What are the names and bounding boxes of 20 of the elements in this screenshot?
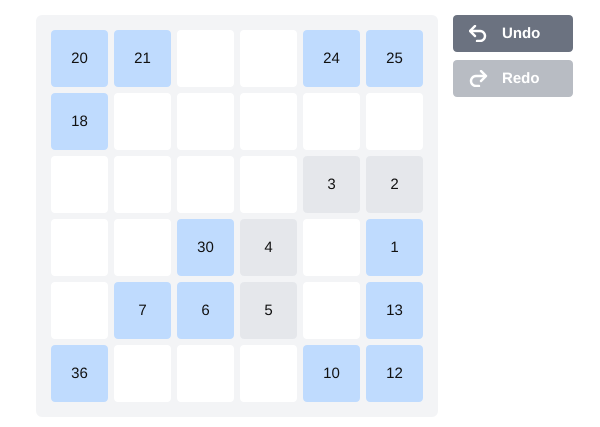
grid-cell[interactable]: 18 [51,93,108,150]
undo-arrow-icon [469,25,488,42]
grid-cell[interactable]: 3 [303,156,360,213]
redo-arrow-icon [469,70,488,87]
grid-cell[interactable]: 30 [177,219,234,276]
grid-cell[interactable]: 7 [114,282,171,339]
grid-cell[interactable]: 13 [366,282,423,339]
grid-cell[interactable]: 24 [303,30,360,87]
grid-cell[interactable]: 36 [51,345,108,402]
grid-cell[interactable]: 4 [240,219,297,276]
grid-cell[interactable]: 6 [177,282,234,339]
grid-cell[interactable]: 20 [51,30,108,87]
grid-cell[interactable]: 5 [240,282,297,339]
grid-cell[interactable]: 12 [366,345,423,402]
grid-cell[interactable]: 25 [366,30,423,87]
undo-button[interactable]: Undo [453,15,573,52]
grid-cell[interactable]: 21 [114,30,171,87]
grid-cell[interactable]: 2 [366,156,423,213]
grid-cell[interactable]: 1 [366,219,423,276]
grid-cell[interactable]: 10 [303,345,360,402]
